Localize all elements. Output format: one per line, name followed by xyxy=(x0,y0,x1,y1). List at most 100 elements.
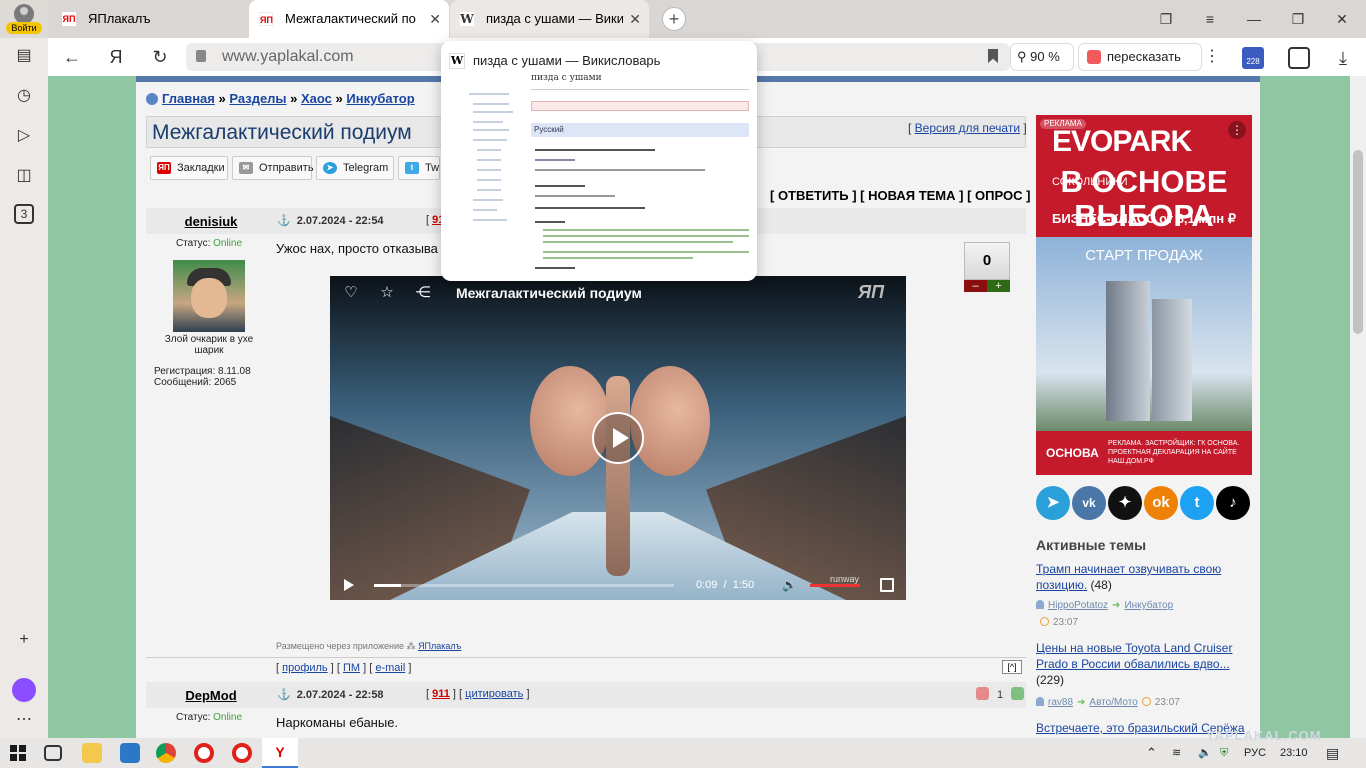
crumb-chaos[interactable]: Хаос xyxy=(301,91,332,106)
post-author[interactable]: DepMod xyxy=(156,688,266,703)
history-icon[interactable]: ◷ xyxy=(12,84,36,108)
tab-podium[interactable]: ЯП Межгалактический по ✕ xyxy=(249,0,449,38)
reload-icon[interactable]: ↻ xyxy=(142,38,178,76)
more-icon[interactable]: ⋮ xyxy=(1204,46,1220,68)
download-icon[interactable]: ⤓ xyxy=(1332,47,1354,69)
play-small-icon[interactable] xyxy=(344,579,354,591)
task-view-icon[interactable] xyxy=(44,745,62,761)
tab-yaplakal[interactable]: ЯП ЯПлакалъ xyxy=(52,0,248,38)
post-rating: 0 – + xyxy=(964,242,1010,292)
wifi-icon[interactable]: ≋ xyxy=(1172,738,1181,768)
close-tab-icon[interactable]: ✕ xyxy=(629,0,641,38)
like-icon[interactable]: ♡ xyxy=(342,284,360,302)
tray-chevron-icon[interactable]: ⌃ xyxy=(1146,738,1157,768)
topic-section[interactable]: Инкубатор xyxy=(1124,600,1173,611)
zen-icon[interactable]: ✦ xyxy=(1108,486,1142,520)
tabs-menu-icon[interactable]: ❐ xyxy=(1144,0,1188,38)
post-author[interactable]: denisiuk xyxy=(156,214,266,229)
yandex-icon[interactable]: Я xyxy=(98,38,134,76)
close-tab-icon[interactable]: ✕ xyxy=(429,0,441,38)
progress-bar[interactable] xyxy=(374,584,674,587)
yandex-browser-icon[interactable]: Y xyxy=(262,738,298,768)
bookmarks-panel-icon[interactable]: ▤ xyxy=(12,44,36,68)
scroll-up-button[interactable]: [^] xyxy=(1002,660,1022,674)
anchor-icon[interactable]: ⚓ xyxy=(277,215,291,227)
profile-link[interactable]: профиль xyxy=(282,662,328,674)
scrollbar[interactable] xyxy=(1350,76,1366,738)
crumb-sections[interactable]: Разделы xyxy=(229,91,286,106)
anchor-icon[interactable]: ⚓ xyxy=(277,689,291,701)
via-app: Размещено через приложение ⁂ ЯПлакалъ xyxy=(276,641,462,651)
alice-icon[interactable] xyxy=(12,678,36,702)
opera-icon[interactable] xyxy=(194,743,214,763)
text-line xyxy=(535,267,575,269)
rating-plus-button[interactable]: + xyxy=(987,280,1010,292)
print-version-link[interactable]: Версия для печати xyxy=(915,121,1020,135)
star-icon[interactable]: ☆ xyxy=(378,284,396,302)
pm-link[interactable]: ПМ xyxy=(343,662,360,674)
vk-icon[interactable]: vk xyxy=(1072,486,1106,520)
play-button[interactable] xyxy=(592,412,644,464)
topic-section[interactable]: Авто/Мото xyxy=(1089,697,1137,708)
tab-preview[interactable]: W пизда с ушами — Викисловарь пизда с уш… xyxy=(441,41,757,281)
text-line xyxy=(543,229,749,231)
bookmarks-share-button[interactable]: ЯП Закладки xyxy=(150,156,228,180)
topic-link[interactable]: Трамп начинает озвучивать свою позицию. xyxy=(1036,562,1221,592)
crumb-home[interactable]: Главная xyxy=(162,91,215,106)
topic-user[interactable]: HippoPotatoz xyxy=(1048,600,1108,611)
email-link[interactable]: e-mail xyxy=(375,662,405,674)
tiktok-icon[interactable]: ♪ xyxy=(1216,486,1250,520)
opera-gx-icon[interactable] xyxy=(232,743,252,763)
via-app-link[interactable]: ЯПлакалъ xyxy=(418,641,461,651)
more-dots-icon[interactable]: ⋯ xyxy=(12,708,36,732)
ad-banner[interactable]: EVOPARK СОКОЛЬНИКИ РЕКЛАМА ⋮ В ОСНОВЕ ВЫБ… xyxy=(1036,115,1252,475)
tab-wiktionary[interactable]: W пизда с ушами — Вики ✕ xyxy=(450,0,649,38)
telegram-icon[interactable]: ➤ xyxy=(1036,486,1070,520)
restore-icon[interactable]: ❐ xyxy=(1276,0,1320,38)
topic-link[interactable]: Цены на новые Toyota Land Cruiser Prado … xyxy=(1036,641,1232,671)
retell-button[interactable]: пересказать xyxy=(1078,43,1202,71)
collections-icon[interactable] xyxy=(1288,47,1310,69)
close-window-icon[interactable]: ✕ xyxy=(1320,0,1364,38)
add-panel-icon[interactable]: + xyxy=(12,628,36,652)
quote-link[interactable]: цитировать xyxy=(465,688,523,700)
play-icon[interactable]: ▷ xyxy=(12,124,36,148)
avatar[interactable] xyxy=(173,260,245,332)
volume-icon[interactable]: 🔈 xyxy=(782,578,797,592)
screenshot-icon[interactable]: ◫ xyxy=(12,164,36,188)
odnoklassniki-icon[interactable]: ok xyxy=(1144,486,1178,520)
share-icon[interactable]: ⋲ xyxy=(414,284,432,302)
bookmark-icon[interactable] xyxy=(988,49,998,63)
post-number[interactable]: 911 xyxy=(432,688,450,700)
profile-button[interactable]: Войти xyxy=(0,0,48,38)
rating-minus-button[interactable]: – xyxy=(964,280,987,292)
back-icon[interactable]: ← xyxy=(54,38,90,76)
counter-badge[interactable]: 3 xyxy=(14,204,34,224)
file-explorer-icon[interactable] xyxy=(82,743,102,763)
report-icon[interactable] xyxy=(976,687,989,700)
twitter-icon[interactable]: t xyxy=(1180,486,1214,520)
reply-icon[interactable] xyxy=(1011,687,1025,700)
send-button[interactable]: ✉ Отправить xyxy=(232,156,314,180)
topic-actions[interactable]: [ ОТВЕТИТЬ ] [ НОВАЯ ТЕМА ] [ ОПРОС ] xyxy=(770,188,1030,203)
zoom-button[interactable]: ⚲ 90 % xyxy=(1010,43,1074,71)
new-tab-button[interactable]: + xyxy=(662,7,686,31)
minimize-icon[interactable]: — xyxy=(1232,0,1276,38)
calendar-icon[interactable]: 228 xyxy=(1242,47,1264,69)
chrome-icon[interactable] xyxy=(156,743,176,763)
arrow-icon: ➜ xyxy=(1077,697,1086,708)
scrollbar-thumb[interactable] xyxy=(1353,150,1363,334)
rating-value: 1 xyxy=(997,689,1004,701)
twitter-share-button[interactable]: t Tw xyxy=(398,156,440,180)
volume-slider[interactable] xyxy=(810,584,860,587)
crumb-incubator[interactable]: Инкубатор xyxy=(346,91,414,106)
topic-user[interactable]: rav88 xyxy=(1048,697,1073,708)
windows-start-icon[interactable] xyxy=(10,745,26,761)
fullscreen-icon[interactable] xyxy=(880,578,894,592)
telegram-share-button[interactable]: ➤ Telegram xyxy=(316,156,394,180)
login-button[interactable]: Войти xyxy=(6,22,42,34)
mail-icon[interactable] xyxy=(120,743,140,763)
ad-menu-icon[interactable]: ⋮ xyxy=(1228,121,1246,139)
menu-icon[interactable]: ≡ xyxy=(1188,0,1232,38)
video-player[interactable]: ♡ ☆ ⋲ Межгалактический подиум ЯП runway … xyxy=(330,276,906,600)
